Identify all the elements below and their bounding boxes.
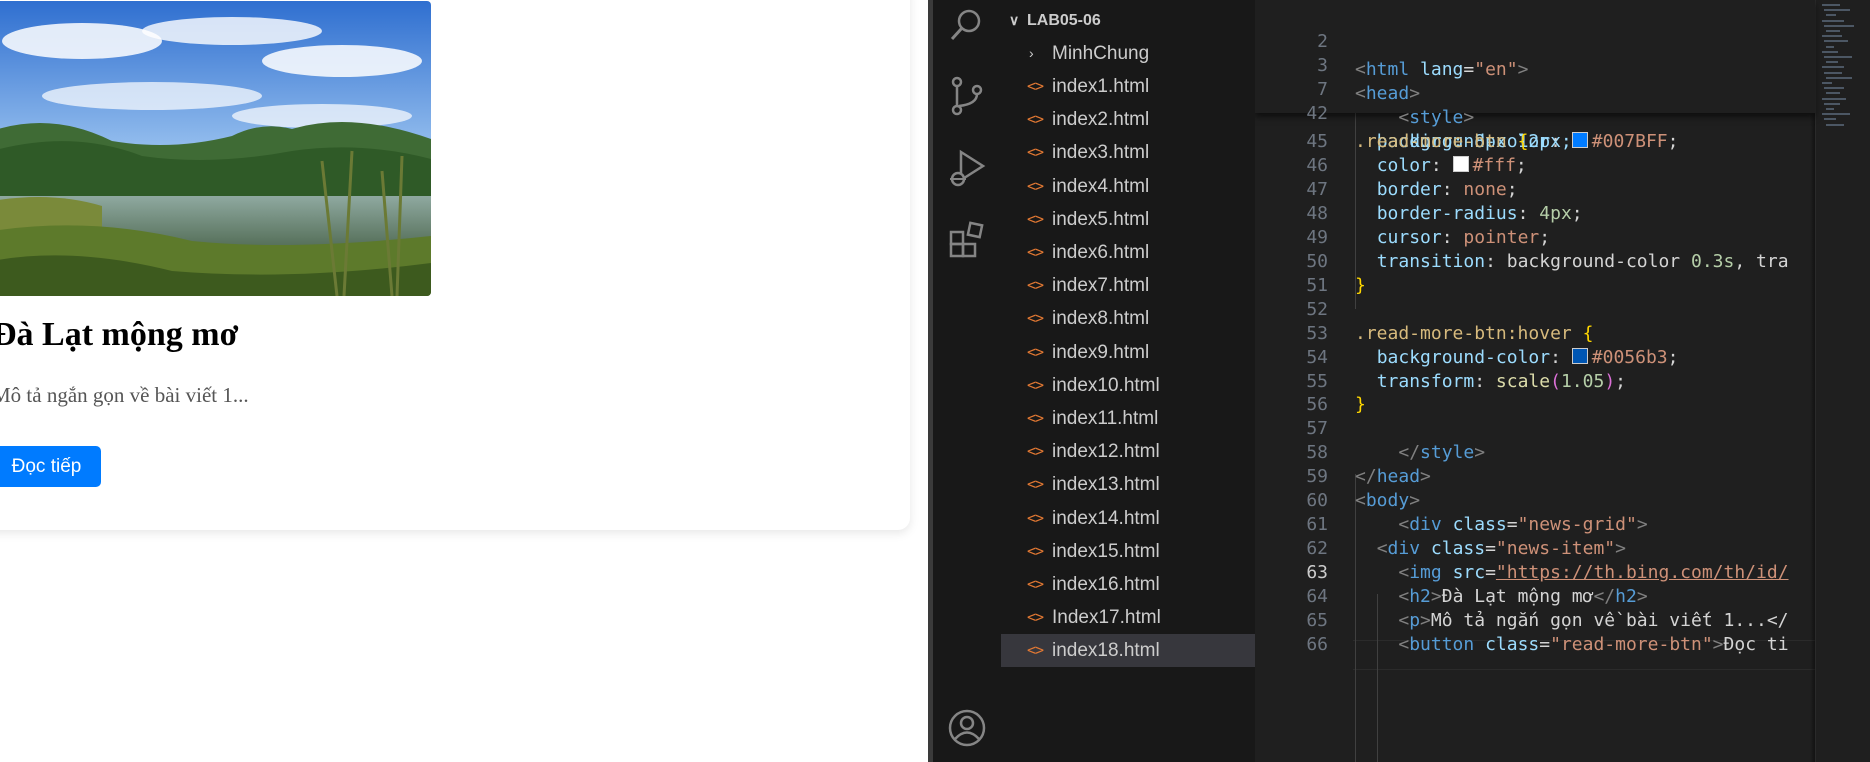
html-file-icon: <> [1027, 143, 1044, 162]
explorer-file-index9[interactable]: <> index9.html [1001, 336, 1255, 369]
file-name: index13.html [1052, 474, 1160, 496]
minimap[interactable] [1815, 0, 1870, 762]
card-title: Đà Lạt mộng mơ [0, 316, 239, 353]
explorer-file-index1[interactable]: <> index1.html [1001, 70, 1255, 103]
file-name: index15.html [1052, 540, 1160, 562]
file-explorer: ∨ LAB05-06 › MinhChung <> index1.html <> in… [1001, 0, 1255, 762]
html-file-icon: <> [1027, 77, 1044, 95]
html-file-icon: <> [1027, 309, 1044, 328]
explorer-root-folder[interactable]: ∨ LAB05-06 [1001, 4, 1255, 37]
line-number: 66 [1306, 633, 1328, 655]
landscape-photo [0, 1, 431, 296]
activity-bar [933, 0, 1001, 762]
html-file-icon: <> [1027, 176, 1044, 195]
file-name: index12.html [1052, 441, 1160, 463]
file-name: index3.html [1052, 142, 1150, 164]
html-file-icon: <> [1027, 442, 1044, 461]
explorer-file-index6[interactable]: <> index6.html [1001, 236, 1255, 269]
explorer-file-index12[interactable]: <> index12.html [1001, 435, 1255, 468]
card-description: Mô tả ngắn gọn về bài viết 1... [0, 383, 249, 407]
code-editor[interactable]: padding: 8px 12px; 45 background-color: … [1255, 0, 1870, 762]
html-file-icon: <> [1027, 508, 1044, 527]
html-file-icon: <> [1027, 110, 1044, 129]
html-file-icon: <> [1027, 541, 1044, 560]
explorer-file-index11[interactable]: <> index11.html [1001, 402, 1255, 435]
file-name: index4.html [1052, 175, 1150, 197]
html-file-icon: <> [1027, 243, 1044, 261]
file-name: index5.html [1052, 208, 1150, 230]
color-swatch [1571, 347, 1588, 364]
file-name: index6.html [1052, 242, 1150, 263]
html-file-icon: <> [1027, 276, 1044, 295]
file-name: index2.html [1052, 109, 1150, 131]
read-more-button[interactable]: Đọc tiếp [0, 446, 101, 487]
sticky-line[interactable]: 42 .read-more-btn { [1255, 72, 1815, 152]
file-name: index10.html [1052, 374, 1160, 396]
html-file-icon: <> [1027, 342, 1044, 361]
chevron-right-icon: › [1029, 45, 1034, 61]
search-icon[interactable] [947, 4, 987, 44]
file-name: index18.html [1052, 640, 1160, 662]
html-file-icon: <> [1027, 209, 1044, 228]
file-name: index8.html [1052, 308, 1150, 330]
explorer-file-index14[interactable]: <> index14.html [1001, 502, 1255, 535]
code-line[interactable]: 66 <button class="read-more-btn">Đọc ti [1255, 631, 1815, 659]
chevron-down-icon: ∨ [1009, 12, 1020, 28]
source-control-icon[interactable] [947, 76, 987, 116]
file-name: index11.html [1052, 408, 1159, 429]
color-swatch [1571, 132, 1588, 148]
html-file-icon: <> [1027, 475, 1044, 494]
html-file-icon: <> [1027, 575, 1044, 593]
file-name: index1.html [1052, 76, 1150, 97]
account-icon[interactable] [947, 708, 987, 748]
explorer-file-index5[interactable]: <> index5.html [1001, 203, 1255, 236]
extensions-icon[interactable] [947, 220, 987, 260]
explorer-file-index16[interactable]: <> index16.html [1001, 568, 1255, 601]
sticky-scroll-header[interactable]: 2 <html lang="en"> 3 <head> 7 <style> 42… [1255, 0, 1815, 152]
explorer-file-index10[interactable]: <> index10.html [1001, 369, 1255, 402]
explorer-file-index3[interactable]: <> index3.html [1001, 136, 1255, 169]
file-name: Index17.html [1052, 607, 1161, 629]
explorer-folder-minhchung[interactable]: › MinhChung [1001, 37, 1255, 70]
browser-preview: Đà Lạt mộng mơ Mô tả ngắn gọn về bài viế… [0, 0, 928, 762]
file-name: index7.html [1052, 275, 1150, 297]
explorer-file-index7[interactable]: <> index7.html [1001, 269, 1255, 302]
html-file-icon: <> [1027, 375, 1044, 394]
file-name: index9.html [1052, 341, 1150, 363]
explorer-file-index18[interactable]: <> index18.html [1001, 634, 1255, 668]
explorer-file-index8[interactable]: <> index8.html [1001, 302, 1255, 335]
explorer-file-index15[interactable]: <> index15.html [1001, 535, 1255, 568]
html-file-icon: <> [1027, 641, 1044, 660]
color-swatch [1452, 155, 1469, 172]
html-file-icon: <> [1027, 409, 1044, 427]
explorer-file-index13[interactable]: <> index13.html [1001, 468, 1255, 501]
run-debug-icon[interactable] [947, 148, 987, 188]
file-name: index14.html [1052, 507, 1160, 529]
vscode-window: ∨ LAB05-06 › MinhChung <> index1.html <> in… [933, 0, 1870, 762]
news-card: Đà Lạt mộng mơ Mô tả ngắn gọn về bài viế… [0, 0, 910, 530]
explorer-file-index4[interactable]: <> index4.html [1001, 170, 1255, 203]
explorer-file-index17[interactable]: <> Index17.html [1001, 601, 1255, 634]
html-file-icon: <> [1027, 608, 1044, 627]
file-name: index16.html [1052, 574, 1160, 595]
explorer-file-index2[interactable]: <> index2.html [1001, 103, 1255, 136]
